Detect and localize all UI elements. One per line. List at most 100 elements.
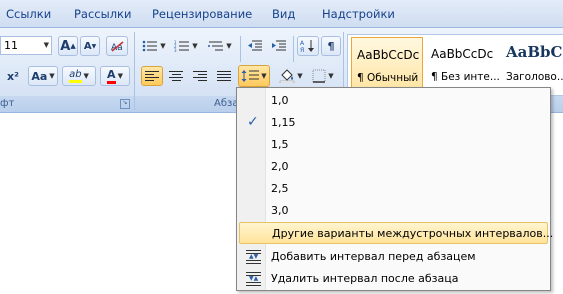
style-normal[interactable]: AaBbCcDc ¶ Обычный [351, 37, 423, 91]
borders-icon [312, 69, 326, 83]
svg-text:A: A [300, 40, 305, 47]
paint-bucket-icon [280, 69, 295, 83]
style-sample: AaBbCcDc [357, 48, 420, 62]
align-left-icon [145, 71, 159, 81]
style-no-spacing[interactable]: AaBbCcDc ¶ Без инте... [426, 37, 500, 91]
tab-references[interactable]: Ссылки [6, 7, 51, 21]
highlight-color-button[interactable]: ab ▼ [62, 66, 96, 86]
highlighter-icon: ab [69, 69, 82, 83]
tab-review[interactable]: Рецензирование [152, 7, 252, 21]
chevron-down-icon: ▼ [117, 72, 123, 80]
clear-formatting-button[interactable]: Aa [106, 36, 128, 56]
bullets-icon [142, 40, 158, 52]
shrink-arrow-icon: ▼ [91, 42, 97, 50]
numbering-icon: 123 [174, 40, 190, 52]
style-sample: AaBbCc [506, 43, 563, 61]
pilcrow-icon: ¶ [327, 39, 335, 53]
tab-view[interactable]: Вид [272, 7, 295, 21]
menu-item-remove-space-after[interactable]: ▼▲ Удалить интервал после абзаца [239, 268, 548, 290]
sort-icon: AЯ [300, 40, 314, 53]
superscript-button[interactable]: x² [2, 66, 24, 86]
chevron-down-icon: ▼ [297, 72, 303, 80]
decrease-indent-icon [248, 40, 262, 51]
line-spacing-menu: 1,0 ✓ 1,15 1,5 2,0 2,5 3,0 Другие вариан… [236, 87, 553, 291]
menu-item-label: 2,5 [271, 182, 289, 195]
tab-addins[interactable]: Надстройки [322, 7, 395, 21]
menu-item-spacing-1-0[interactable]: 1,0 [239, 90, 548, 112]
align-right-button[interactable] [189, 66, 211, 86]
chevron-down-icon: ▼ [160, 42, 166, 50]
chevron-down-icon: ▼ [226, 42, 232, 50]
checkmark-icon: ✓ [247, 114, 259, 130]
svg-text:3: 3 [174, 48, 177, 52]
grow-arrow-icon: ▲ [70, 42, 76, 50]
style-name: ¶ Без инте... [431, 71, 500, 83]
line-spacing-icon [241, 70, 260, 82]
menu-item-spacing-2-5[interactable]: 2,5 [239, 178, 548, 200]
chevron-down-icon: ▼ [328, 72, 334, 80]
chevron-down-icon[interactable]: ▼ [44, 37, 49, 54]
separator [293, 36, 294, 62]
menu-item-spacing-2-0[interactable]: 2,0 [239, 156, 548, 178]
increase-indent-button[interactable] [268, 36, 290, 56]
menu-item-label: 3,0 [271, 204, 289, 217]
group-separator [134, 32, 135, 110]
menu-item-label: 1,5 [271, 138, 289, 151]
font-size-combo[interactable]: 11 ▼ [0, 36, 52, 55]
justify-icon [217, 71, 231, 81]
align-center-button[interactable] [165, 66, 187, 86]
style-sample: AaBbCcDc [431, 47, 494, 61]
shrink-font-label: A [83, 40, 92, 52]
line-spacing-button[interactable]: ▼ [238, 65, 270, 87]
font-size-value: 11 [4, 39, 18, 52]
chevron-down-icon: ▼ [83, 72, 89, 80]
decrease-indent-button[interactable] [244, 36, 266, 56]
remove-space-after-icon: ▼▲ [246, 272, 261, 286]
chevron-down-icon: ▼ [49, 72, 55, 80]
chevron-down-icon: ▼ [192, 42, 198, 50]
font-color-icon: A [107, 68, 116, 84]
clear-formatting-icon: Aa [111, 41, 124, 52]
tab-mailings[interactable]: Рассылки [74, 7, 131, 21]
style-name: Заголово... [506, 71, 563, 83]
font-color-button[interactable]: A ▼ [100, 66, 130, 86]
menu-item-spacing-1-5[interactable]: 1,5 [239, 134, 548, 156]
grow-font-button[interactable]: A ▲ [58, 36, 78, 56]
menu-item-label: 1,15 [271, 116, 296, 129]
increase-indent-icon [272, 40, 286, 51]
change-case-button[interactable]: Aa ▼ [28, 66, 58, 86]
justify-button[interactable] [213, 66, 235, 86]
menu-item-add-space-before[interactable]: ▲▼ Добавить интервал перед абзацем [239, 246, 548, 268]
menu-item-label: Удалить интервал после абзаца [271, 272, 459, 285]
font-dialog-launcher-icon[interactable]: ↘ [120, 99, 130, 109]
shrink-font-button[interactable]: A ▼ [80, 36, 100, 56]
bullets-button[interactable]: ▼ [140, 36, 168, 56]
menu-item-spacing-1-15[interactable]: ✓ 1,15 [239, 112, 548, 134]
menu-item-spacing-3-0[interactable]: 3,0 [239, 200, 548, 222]
align-right-icon [193, 71, 207, 81]
style-heading-1[interactable]: AaBbCc Заголово... [501, 37, 563, 91]
sort-button[interactable]: AЯ [297, 36, 319, 56]
menu-item-label: Другие варианты междустрочных интервалов… [272, 227, 554, 240]
menu-item-label: 2,0 [271, 160, 289, 173]
borders-button[interactable]: ▼ [308, 66, 338, 86]
separator [240, 36, 241, 62]
add-space-before-icon: ▲▼ [246, 250, 261, 264]
shading-button[interactable]: ▼ [276, 66, 306, 86]
svg-text:Я: Я [300, 47, 304, 53]
numbering-button[interactable]: 1 2 3 ▼ [172, 36, 200, 56]
change-case-label: Aa [31, 69, 48, 83]
align-center-icon [169, 71, 183, 81]
multilevel-list-icon [208, 41, 224, 51]
superscript-label: x² [7, 69, 19, 83]
ribbon-tabs: Ссылки Рассылки Рецензирование Вид Надст… [0, 0, 563, 28]
show-formatting-marks-button[interactable]: ¶ [321, 36, 341, 56]
align-left-button[interactable] [141, 66, 163, 86]
menu-item-label: Добавить интервал перед абзацем [271, 250, 476, 263]
style-name: ¶ Обычный [357, 72, 419, 84]
chevron-down-icon: ▼ [261, 72, 267, 80]
multilevel-list-button[interactable]: ▼ [204, 36, 236, 56]
menu-item-more-spacing-options[interactable]: Другие варианты междустрочных интервалов… [239, 222, 553, 244]
font-group-label: фт [0, 98, 15, 109]
grow-font-label: A [60, 38, 71, 54]
